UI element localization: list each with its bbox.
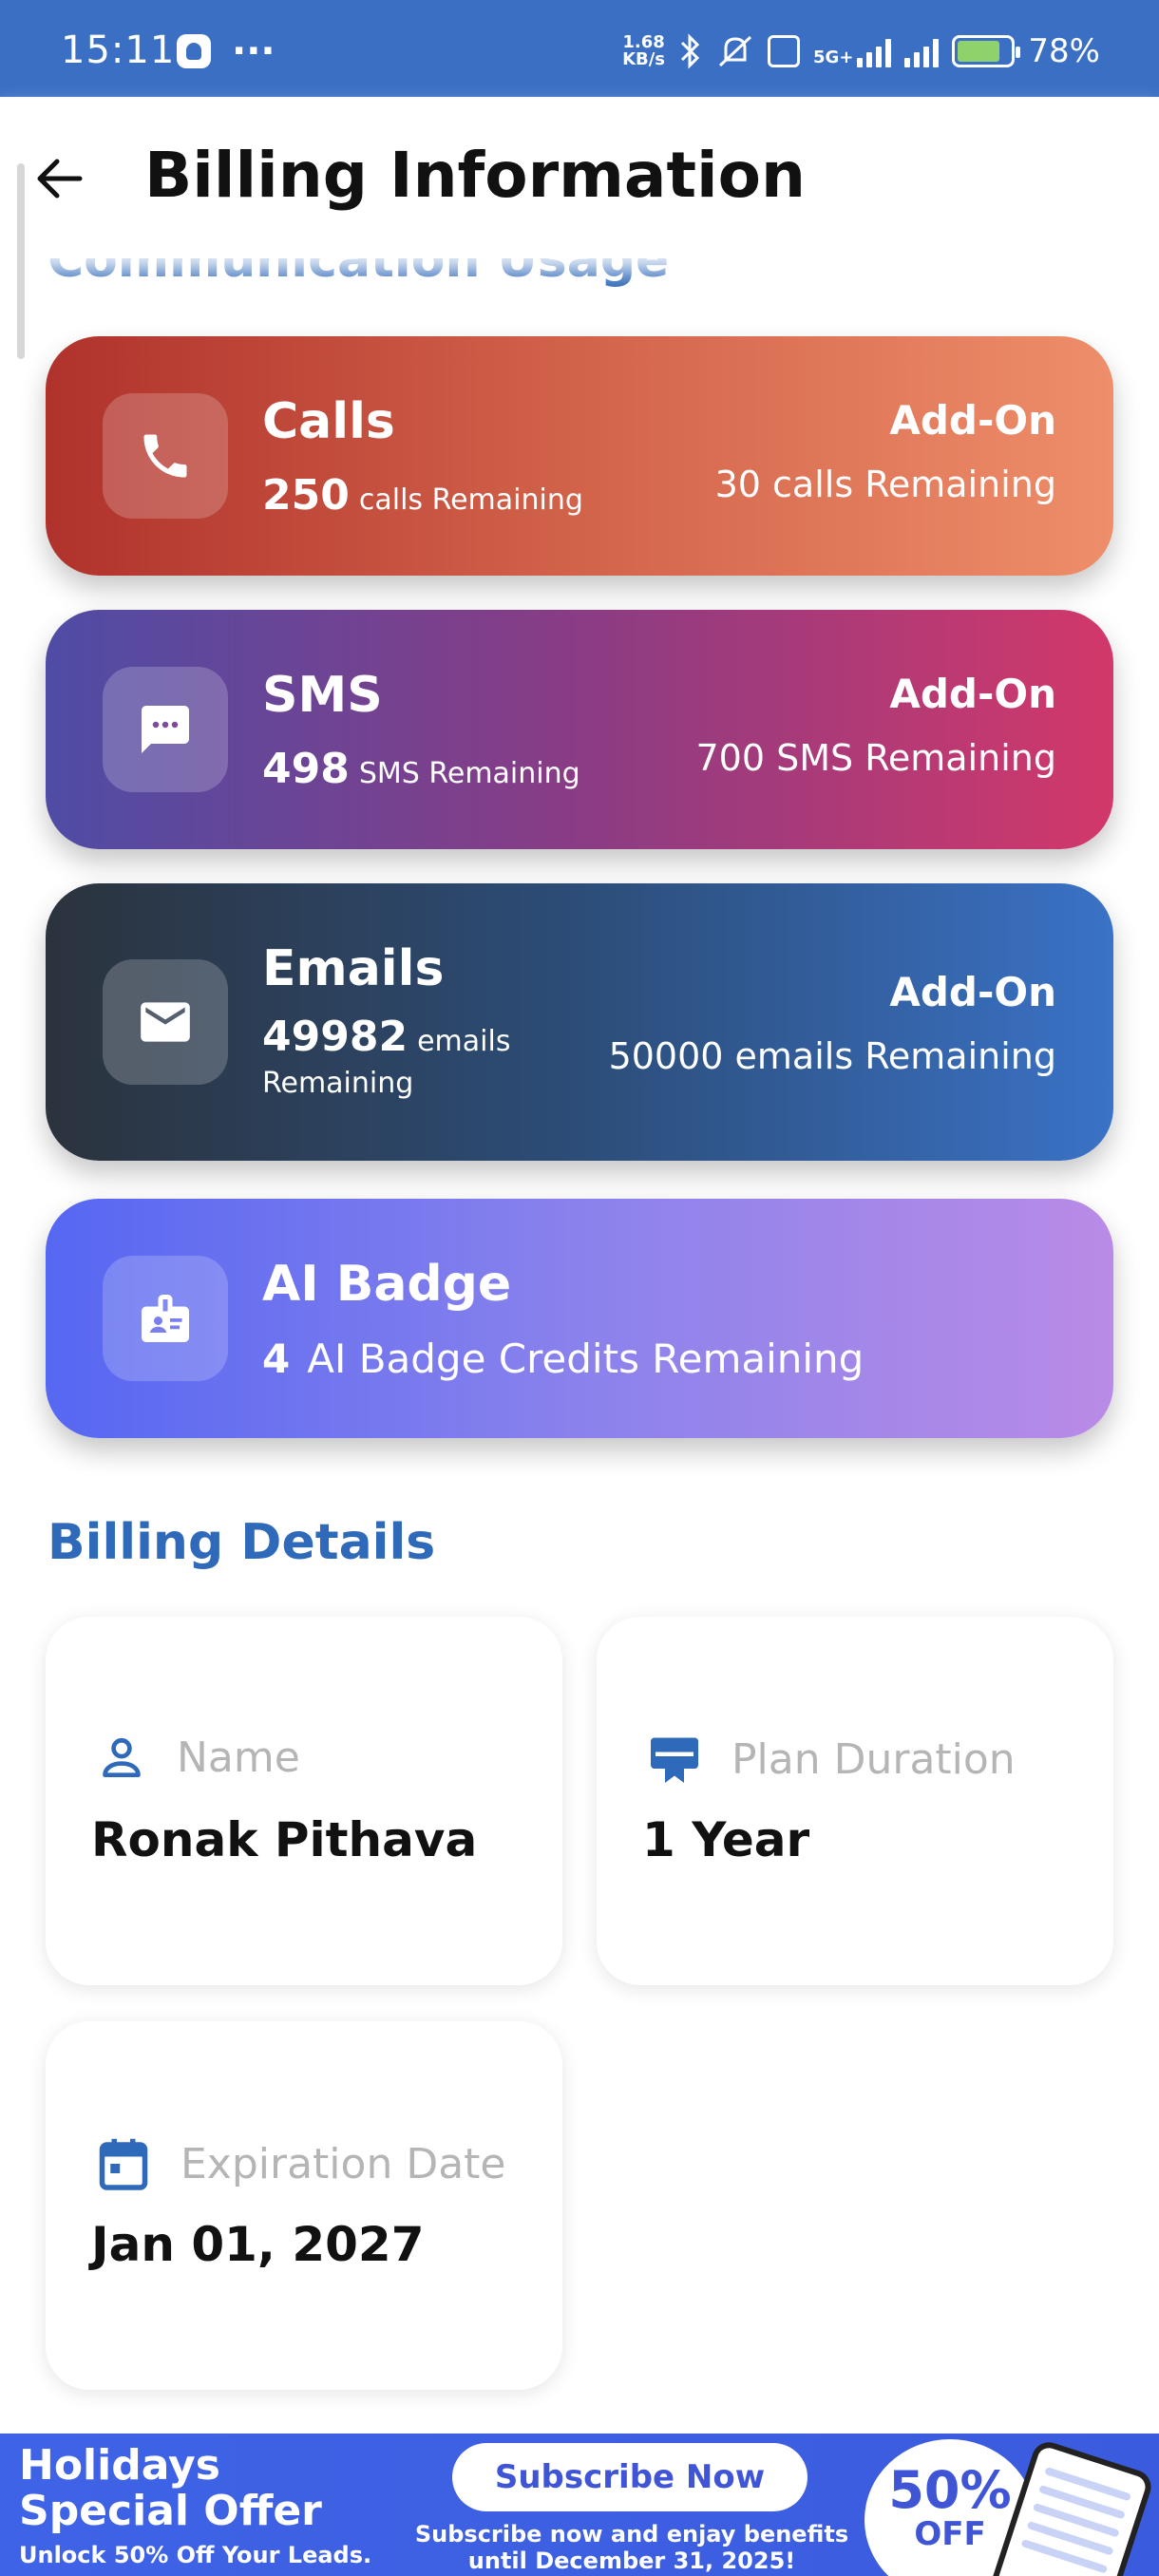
plan-duration-label: Plan Duration: [732, 1734, 1016, 1784]
page-title: Billing Information: [144, 139, 806, 212]
emails-card[interactable]: Emails 49982 emails Remaining Add-On 5000…: [46, 883, 1113, 1161]
expiration-date-label: Expiration Date: [180, 2139, 506, 2188]
promo-title-line1: Holidays: [19, 2441, 220, 2490]
phone-icon: [143, 434, 187, 478]
back-button[interactable]: [25, 144, 93, 213]
chat-bubble-icon: [142, 706, 189, 753]
name-label: Name: [177, 1733, 300, 1782]
snapchat-icon: [177, 34, 211, 68]
sms-count: 498: [262, 745, 350, 793]
sms-remaining: 498 SMS Remaining: [262, 745, 580, 793]
calls-card[interactable]: Calls 250 calls Remaining Add-On 30 calls…: [46, 336, 1113, 576]
calls-remaining: 250 calls Remaining: [262, 471, 583, 520]
scrollbar[interactable]: [17, 163, 25, 359]
person-icon: [103, 1737, 141, 1777]
status-notification-icons: ···: [177, 29, 276, 73]
badge-icon: [142, 1295, 189, 1342]
network-5g-signal: 5G+: [813, 35, 892, 67]
emails-addon-remaining: 50000 emails Remaining: [608, 1035, 1056, 1077]
section-title-billing-details: Billing Details: [48, 1514, 436, 1571]
plan-duration-card: Plan Duration 1 Year: [597, 1617, 1113, 1985]
expiration-date-value: Jan 01, 2027: [91, 2217, 425, 2272]
expiration-date-label-row: Expiration Date: [95, 2135, 505, 2192]
name-label-row: Name: [95, 1731, 300, 1784]
more-notifications-icon: ···: [232, 29, 276, 73]
ai-badge-remaining: 4 AI Badge Credits Remaining: [262, 1335, 864, 1382]
sms-addon-remaining: 700 SMS Remaining: [695, 737, 1057, 779]
ai-badge-card[interactable]: AI Badge 4 AI Badge Credits Remaining: [46, 1199, 1113, 1438]
mute-icon: [719, 35, 752, 67]
promo-subtitle: Unlock 50% Off Your Leads.: [19, 2542, 372, 2568]
signal-icon-2: [904, 35, 940, 67]
subscribe-now-button[interactable]: Subscribe Now: [452, 2443, 808, 2511]
promo-banner[interactable]: Holidays Special Offer Unlock 50% Off Yo…: [0, 2434, 1159, 2576]
network-speed-unit: KB/s: [622, 49, 666, 69]
calls-addon-remaining: 30 calls Remaining: [714, 464, 1056, 505]
calls-count: 250: [262, 471, 350, 520]
card-icon: [651, 1737, 698, 1783]
emails-addon-label: Add-On: [889, 969, 1056, 1015]
sms-addon-label: Add-On: [889, 671, 1056, 717]
ai-badge-unit: AI Badge Credits Remaining: [307, 1335, 864, 1382]
back-arrow-icon: [37, 159, 83, 199]
name-value: Ronak Pithava: [91, 1812, 478, 1867]
ai-badge-count: 4: [262, 1335, 291, 1382]
emails-title: Emails: [262, 940, 445, 997]
battery-percent: 78%: [1028, 32, 1100, 70]
sms-icon-box: [103, 667, 228, 792]
calls-addon-label: Add-On: [889, 397, 1056, 444]
promo-title: Holidays Special Offer: [19, 2443, 322, 2534]
mail-icon: [141, 1002, 190, 1042]
expiration-date-card: Expiration Date Jan 01, 2027: [46, 2021, 562, 2390]
bluetooth-icon: [680, 33, 700, 69]
calls-title: Calls: [262, 393, 395, 450]
plan-duration-label-row: Plan Duration: [646, 1731, 1016, 1788]
signal-icon: [857, 35, 892, 67]
promo-description: Subscribe now and enjay benefits until D…: [414, 2521, 849, 2574]
calls-unit: calls Remaining: [358, 483, 583, 517]
name-card: Name Ronak Pithava: [46, 1617, 562, 1985]
status-time: 15:11: [61, 28, 176, 72]
calls-icon-box: [103, 393, 228, 519]
discount-percent: 50%: [888, 2460, 1012, 2520]
ai-badge-icon-box: [103, 1256, 228, 1381]
ai-badge-title: AI Badge: [262, 1256, 512, 1313]
emails-icon-box: [103, 959, 228, 1085]
app-header: Billing Information: [0, 97, 1159, 258]
calendar-icon: [99, 2138, 148, 2190]
status-system-icons: 1.68 KB/s 5G+ 78%: [622, 32, 1100, 70]
plan-duration-value: 1 Year: [642, 1812, 810, 1867]
battery-icon: [952, 35, 1021, 67]
emails-count: 49982: [262, 1013, 408, 1061]
vonr-icon: [768, 35, 801, 67]
sms-unit: SMS Remaining: [358, 757, 580, 790]
promo-title-line2: Special Offer: [19, 2487, 322, 2535]
sms-card[interactable]: SMS 498 SMS Remaining Add-On 700 SMS Rema…: [46, 610, 1113, 849]
network-speed: 1.68 KB/s: [622, 34, 665, 68]
emails-remaining: 49982 emails Remaining: [262, 1016, 576, 1105]
status-bar: 15:11 ··· 1.68 KB/s 5G+ 78%: [0, 0, 1159, 97]
network-type: 5G+: [813, 47, 854, 67]
sms-title: SMS: [262, 667, 383, 724]
